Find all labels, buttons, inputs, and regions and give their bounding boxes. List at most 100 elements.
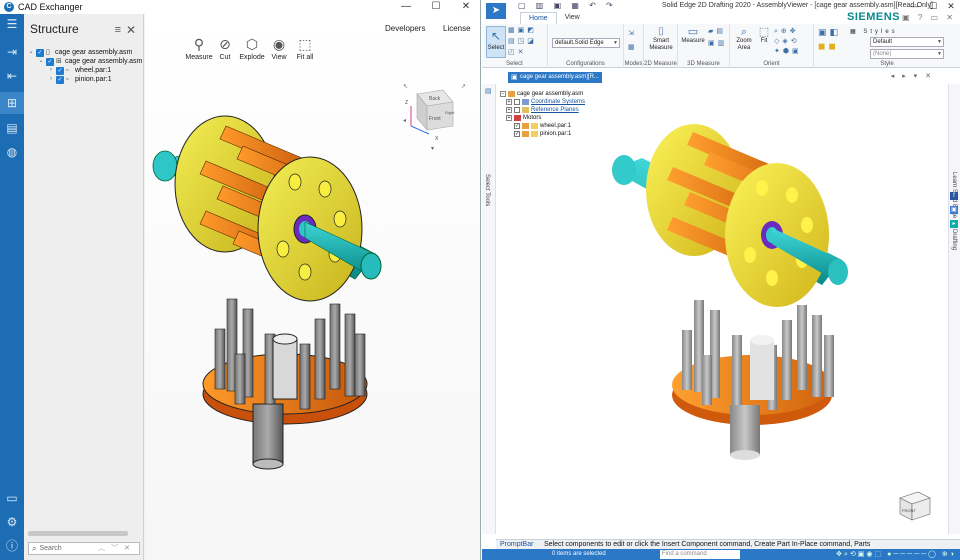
maximize-button[interactable]: ☐ [924, 0, 942, 12]
visibility-checkbox[interactable]: ✓ [514, 131, 520, 137]
modes-icon-2[interactable]: ▦ [628, 44, 638, 52]
select-tools-icons-row3[interactable]: ◰✕ [508, 49, 526, 57]
cad-exchanger-window: C CAD Exchanger — ☐ ✕ ☰ ⇥ ⇤ ⊞ ▤ ◍ ▭ ⚙ ⓘ … [0, 0, 481, 560]
orient-icons[interactable]: ⌕⊕✥ [774, 28, 799, 36]
pathfinder-coordinate-systems[interactable]: + Coordinate Systems [500, 98, 585, 106]
license-link[interactable]: License [443, 24, 471, 33]
expand-icon[interactable]: + [506, 99, 512, 105]
expand-chevron-icon[interactable]: › [48, 66, 54, 75]
panel-close-icon[interactable]: ✕ [126, 23, 136, 37]
menu-icon[interactable]: ☰ [4, 16, 20, 32]
part-icon: ▫ [66, 75, 69, 83]
expand-icon[interactable]: + [506, 107, 512, 113]
minimize-button[interactable]: — [391, 0, 421, 14]
horizontal-scrollbar[interactable] [28, 531, 128, 536]
pathfinder-motors[interactable]: + Motors [500, 114, 585, 122]
assembly-icon: ⊞ [56, 57, 62, 65]
orient-icons-2[interactable]: ◇◈⟲ [774, 38, 800, 46]
visibility-checkbox[interactable] [514, 99, 520, 105]
style-none-dropdown[interactable]: (None) ▼ [870, 49, 944, 59]
fit-button[interactable]: ⬚ Fit [756, 26, 772, 45]
document-tab[interactable]: ▣ cage gear assembly.asm][R... [508, 72, 602, 83]
info-icon[interactable]: ⓘ [4, 538, 20, 554]
tree-item-root[interactable]: ⌄ ✓ ▯ cage gear assembly.asm [28, 48, 132, 57]
configurations-dropdown[interactable]: default,Solid Edge ▼ [552, 38, 620, 48]
tree-item-wheel[interactable]: › ✓ ▫ wheel.par:1 [48, 66, 111, 75]
expand-chevron-icon[interactable]: ⌄ [28, 48, 34, 57]
properties-icon[interactable]: ▤ [4, 120, 20, 136]
coordinate-system-icon [522, 99, 529, 105]
visibility-checkbox[interactable]: ✓ [56, 75, 64, 84]
facebook-icon[interactable]: f [950, 192, 958, 200]
search-nav-arrows-icon[interactable]: ︿﹀✕ [98, 543, 136, 553]
measure-small-icons-2[interactable]: ▣▥ [708, 40, 727, 48]
visibility-checkbox[interactable]: ✓ [56, 66, 64, 75]
zoom-area-button[interactable]: ⌕ Zoom Area [734, 26, 754, 52]
ribbon-tabs: Home View [520, 12, 588, 24]
structure-icon[interactable]: ⊞ [0, 92, 24, 114]
minimize-button[interactable]: — [906, 0, 924, 12]
document-tab-controls[interactable]: ◂ ▸ ▾ ✕ [891, 72, 934, 80]
import-icon[interactable]: ⇥ [4, 44, 20, 60]
visibility-checkbox[interactable]: ✓ [36, 48, 44, 57]
settings-gear-icon[interactable]: ⚙ [4, 514, 20, 530]
quick-access-icons[interactable]: ▢ ▥ ▣ ▦ ↶ ↷ [518, 1, 617, 10]
close-button[interactable]: ✕ [451, 0, 480, 14]
status-bar-view-icons[interactable]: ✥⌕⟲▣◉⬚ ●─────◯ ⊕◑ [836, 549, 956, 560]
find-command-input[interactable]: Find a command [660, 550, 740, 559]
pathfinder-root[interactable]: − cage gear assembly.asm [500, 90, 585, 98]
pathfinder-reference-planes[interactable]: + Reference Planes [500, 106, 585, 114]
se-gear-model-render[interactable] [602, 110, 922, 470]
cx-3d-viewport[interactable]: ⚲ Measure ⊘ Cut ⬡ Explode ◉ View ⬚ Fit a… [145, 14, 480, 560]
expand-icon[interactable]: + [506, 115, 512, 121]
measure-button[interactable]: ▭ Measure [680, 26, 706, 45]
fit-all-icon: ⬚ [298, 36, 312, 52]
navcube-top-label[interactable]: Back [429, 96, 441, 102]
visibility-checkbox[interactable] [514, 107, 520, 113]
fit-all-tool-button[interactable]: ⬚ Fit all [289, 34, 321, 61]
solid-edge-window: ▢ ▥ ▣ ▦ ↶ ↷ Solid Edge 2D Drafting 2020 … [482, 0, 960, 560]
expand-chevron-icon[interactable]: ⌄ [38, 57, 44, 66]
link-icon[interactable]: ▣ [950, 206, 958, 214]
pathfinder-pinion[interactable]: ✓ pinion.par:1 [500, 130, 585, 138]
tab-view[interactable]: View [557, 12, 588, 24]
pathfinder-wheel[interactable]: ✓ wheel.par:1 [500, 122, 585, 130]
dropdown-arrow-icon: ▼ [937, 51, 942, 57]
chat-icon[interactable]: ▭ [4, 490, 20, 506]
solid-edge-app-menu-icon[interactable]: ➤ [486, 3, 506, 19]
tree-item-assembly[interactable]: ⌄ ✓ ⊞ cage gear assembly.asm [38, 57, 142, 66]
search-box[interactable]: ⌕ Search ︿﹀✕ [28, 542, 140, 555]
expand-chevron-icon[interactable]: › [48, 75, 54, 84]
pathfinder-icon[interactable]: ▤ [485, 88, 495, 96]
visibility-checkbox[interactable]: ✓ [46, 57, 54, 66]
select-tools-icons[interactable]: ▦▣◩ [508, 27, 537, 35]
modes-icon[interactable]: ⇲ [628, 30, 637, 38]
search-input[interactable]: Search [39, 545, 61, 552]
ribbon-extra-icons[interactable]: ▣ ? ▭ ✕ [902, 13, 956, 22]
developers-link[interactable]: Developers [385, 24, 425, 33]
filter-icon[interactable]: ≡ [115, 24, 121, 36]
style-dropdown[interactable]: Default ▼ [870, 37, 944, 47]
collapse-icon[interactable]: − [500, 91, 506, 97]
shaded-style-icons[interactable]: ◼◼ [818, 42, 839, 51]
orient-icons-3[interactable]: ✦⬢▣ [774, 48, 802, 56]
lock-icon [531, 131, 538, 137]
right-docking-strip: Learn Solid Edge 2D Drafting f ▣ ▸ [948, 84, 960, 534]
view-cube-icons[interactable]: ▣◧ [818, 28, 841, 37]
select-arrow-icon: ↖ [490, 29, 502, 43]
export-icon[interactable]: ⇤ [4, 68, 20, 84]
youtube-icon[interactable]: ▸ [950, 220, 958, 228]
se-view-cube[interactable]: FRONT [894, 484, 934, 524]
visibility-checkbox[interactable]: ✓ [514, 123, 520, 129]
tab-home[interactable]: Home [520, 12, 557, 24]
select-tools-icons-row2[interactable]: ▤◳◪ [508, 38, 537, 46]
measure-small-icons[interactable]: ▰▤ [708, 28, 726, 36]
ribbon-group-style: ▣◧ ◼◼ ▦ Styles Default ▼ (None) ▼ Style [818, 27, 944, 67]
smart-measure-button[interactable]: ⌷ Smart Measure [646, 26, 676, 52]
select-tools-tab[interactable]: Select Tools [484, 174, 490, 206]
maximize-button[interactable]: ☐ [421, 0, 451, 14]
tree-item-pinion[interactable]: › ✓ ▫ pinion.par:1 [48, 75, 112, 84]
select-button[interactable]: ↖ Select [486, 26, 506, 58]
close-button[interactable]: ✕ [942, 0, 960, 12]
globe-icon[interactable]: ◍ [4, 144, 20, 160]
